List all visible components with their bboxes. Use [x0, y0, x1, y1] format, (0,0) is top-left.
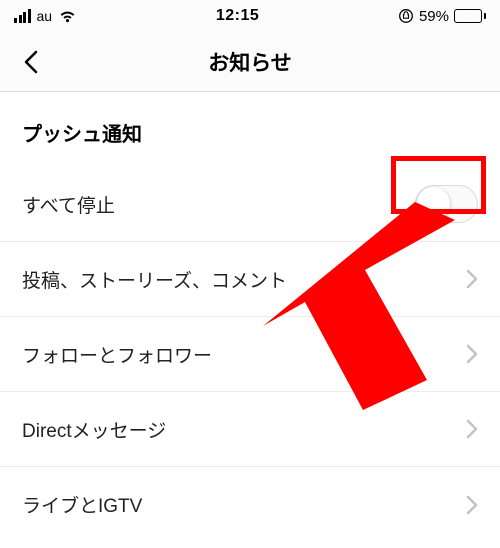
row-label-live: ライブとIGTV	[22, 491, 142, 518]
status-bar: au 12:15 59%	[0, 0, 500, 32]
row-label-follow: フォローとフォロワー	[22, 341, 212, 368]
page-title: お知らせ	[0, 47, 500, 77]
nav-bar: お知らせ	[0, 32, 500, 92]
wifi-icon	[58, 9, 77, 23]
back-button[interactable]	[10, 40, 54, 84]
chevron-left-icon	[22, 48, 42, 76]
carrier-label: au	[37, 8, 53, 24]
toggle-knob	[417, 187, 450, 220]
row-label-posts: 投稿、ストーリーズ、コメント	[22, 266, 287, 293]
chevron-right-icon	[466, 419, 478, 439]
clock: 12:15	[216, 7, 259, 25]
row-pause-all: すべて停止	[0, 167, 500, 242]
orientation-lock-icon	[398, 8, 414, 24]
status-right: 59%	[398, 8, 486, 25]
section-header: プッシュ通知	[0, 92, 500, 167]
row-label-direct: Directメッセージ	[22, 416, 166, 443]
battery-percent: 59%	[419, 8, 449, 25]
row-follow[interactable]: フォローとフォロワー	[0, 317, 500, 392]
chevron-right-icon	[466, 344, 478, 364]
cellular-signal-icon	[14, 9, 31, 23]
row-live[interactable]: ライブとIGTV	[0, 467, 500, 542]
row-direct[interactable]: Directメッセージ	[0, 392, 500, 467]
battery-icon	[454, 9, 486, 23]
row-label-pause-all: すべて停止	[22, 191, 115, 218]
row-posts[interactable]: 投稿、ストーリーズ、コメント	[0, 242, 500, 317]
pause-all-toggle[interactable]	[415, 185, 478, 223]
status-left: au	[14, 8, 77, 24]
chevron-right-icon	[466, 495, 478, 515]
chevron-right-icon	[466, 269, 478, 289]
